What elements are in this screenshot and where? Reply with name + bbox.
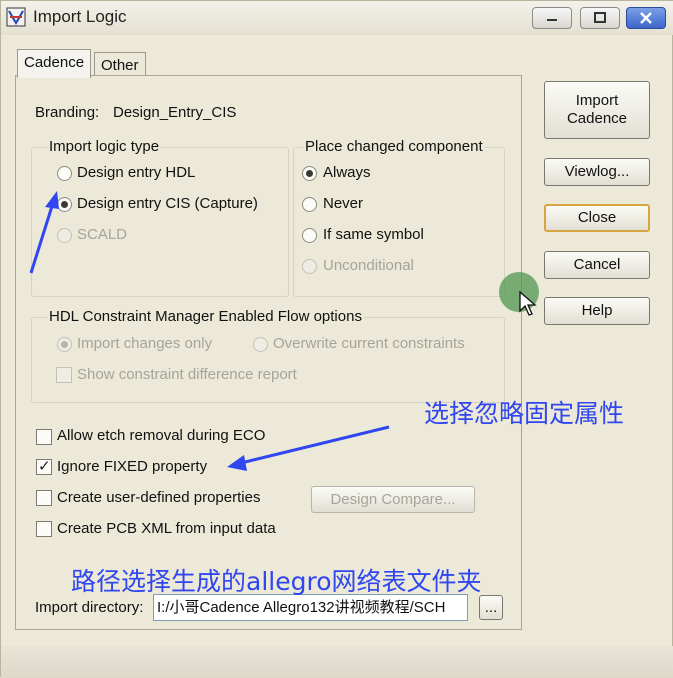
directory-annotation: 路径选择生成的allegro网络表文件夹: [71, 567, 482, 596]
ignore-fixed-annotation: 选择忽略固定属性: [424, 399, 625, 428]
tab-cadence[interactable]: Cadence: [17, 49, 92, 78]
import-logic-window: Import Logic Cadence Other Branding: Des…: [0, 0, 673, 678]
bottom-strip: [1, 646, 673, 678]
